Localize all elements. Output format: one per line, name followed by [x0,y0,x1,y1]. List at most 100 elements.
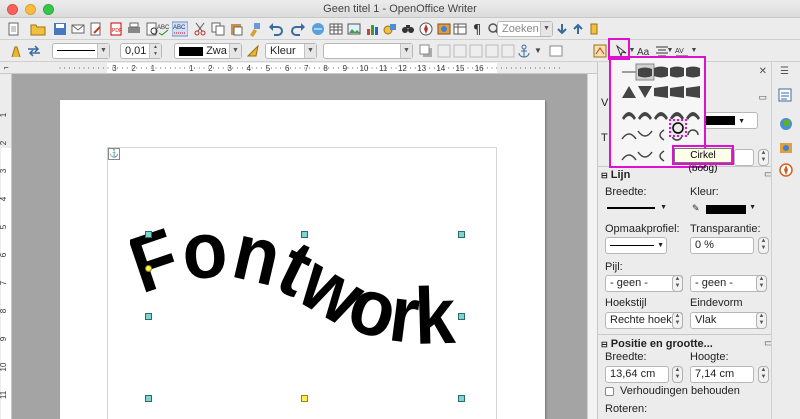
chevron-down-icon[interactable]: ▼ [738,118,745,125]
line-style-select[interactable]: ▼ [605,237,667,254]
line-style-select[interactable]: ▼ [52,43,110,59]
chart-icon[interactable] [364,21,380,37]
stepper-icon[interactable]: ▲ ▼ [758,237,769,254]
wrap-on-icon[interactable] [452,43,468,59]
save-icon[interactable] [52,21,68,37]
bring-forward-icon[interactable] [484,43,500,59]
export-pdf-icon[interactable]: PDF [108,21,124,37]
keep-ratio-checkbox[interactable] [605,387,614,396]
image-icon[interactable] [346,21,362,37]
adjust-handle-left[interactable] [145,265,152,272]
zoom-window-button[interactable] [43,4,54,15]
chevron-down-icon[interactable]: ▼ [540,22,552,36]
stepper-icon[interactable]: ▲ ▼ [756,275,767,292]
circle-arc-shape-highlight[interactable] [669,119,687,137]
fontwork-object[interactable]: Fontwork [130,225,480,385]
position-height-field[interactable]: 7,14 cm [690,366,754,383]
chevron-down-icon[interactable]: ▼ [229,44,241,58]
area-style-select[interactable]: Kleur ▼ [265,43,317,59]
navigator-icon[interactable] [418,21,434,37]
email-icon[interactable] [70,21,86,37]
edit-file-icon[interactable] [88,21,104,37]
area-fill-select[interactable]: ▼ [323,43,413,59]
area-icon[interactable] [245,43,261,59]
chevron-down-icon[interactable]: ▼ [660,204,667,211]
nonprinting-chars-icon[interactable]: ¶ [470,21,486,37]
paste-icon[interactable] [228,21,244,37]
chevron-down-icon[interactable]: ▼ [749,204,756,211]
position-width-field[interactable]: 13,64 cm [605,366,669,383]
line-color-select[interactable]: ✎ ▼ [690,201,758,217]
line-section-header[interactable]: ⊟ Lijn [601,169,630,181]
stepper-icon[interactable]: ▲ ▼ [756,312,767,329]
close-window-button[interactable] [7,4,18,15]
clone-formatting-icon[interactable] [246,21,262,37]
fontwork-icon[interactable] [592,43,608,59]
stepper-icon[interactable]: ▲ ▼ [758,366,769,383]
show-draw-functions-icon[interactable] [382,21,398,37]
new-document-icon[interactable] [6,21,22,37]
shadow-icon[interactable] [418,43,434,59]
horizontal-ruler[interactable]: 3 2 1 1 2 3 4 5 6 7 8 9 10 11 12 13 14 15 16 [0,62,597,74]
adjust-handle-bottom[interactable] [301,395,308,402]
line-width-field[interactable]: 0,01 " ▲ ▼ [120,43,162,59]
line-width-select[interactable]: ▼ [605,201,669,217]
chevron-down-icon[interactable]: ▼ [657,238,664,253]
table-icon[interactable] [328,21,344,37]
resize-handle-top-left[interactable] [145,231,152,238]
redo-icon[interactable] [290,21,306,37]
vertical-scrollbar[interactable] [587,74,597,419]
wrap-ideal-icon[interactable] [468,43,484,59]
anchor-icon[interactable] [516,43,532,59]
chevron-down-icon[interactable]: ▼ [97,44,109,58]
arrow-end-select[interactable]: - geen - [690,275,764,292]
resize-handle-bottom-left[interactable] [145,395,152,402]
find-options-icon[interactable] [588,21,600,37]
autospellcheck-icon[interactable]: ABC [172,21,188,37]
gallery-tab-icon[interactable] [778,140,794,156]
resize-handle-top[interactable] [301,231,308,238]
copy-icon[interactable] [210,21,226,37]
chevron-down-icon[interactable]: ▼ [534,43,542,59]
transparency-stub-field[interactable] [734,149,754,166]
text-frame-icon[interactable] [548,43,564,59]
undo-icon[interactable] [268,21,284,37]
resize-handle-right[interactable] [458,313,465,320]
search-input[interactable]: Zoeken ▼ [497,21,553,37]
minimize-window-button[interactable] [25,4,36,15]
close-icon[interactable]: ✕ [759,66,767,77]
stepper-icon[interactable]: ▲ ▼ [672,366,683,383]
styles-tab-icon[interactable] [778,116,794,132]
spellcheck-icon[interactable]: ABC [156,21,172,37]
open-folder-icon[interactable] [30,21,46,37]
stepper-icon[interactable]: ▲ ▼ [672,312,683,329]
menu-icon[interactable]: ☰ [780,66,789,77]
navigator-tab-icon[interactable] [778,162,794,178]
find-replace-icon[interactable] [400,21,416,37]
position-section-header[interactable]: ⊟ Positie en grootte... [601,338,713,350]
line-icon[interactable] [8,43,24,59]
data-sources-icon[interactable] [452,21,468,37]
properties-tab-icon[interactable] [778,88,792,102]
more-options-icon[interactable]: ▭ [758,92,767,103]
stepper-icon[interactable]: ▲ ▼ [149,44,161,58]
wrap-off-icon[interactable] [436,43,452,59]
collapse-icon[interactable]: ⊟ [601,340,608,349]
cap-style-select[interactable]: Vlak [690,312,764,329]
resize-handle-bottom-right[interactable] [458,395,465,402]
vertical-ruler[interactable]: 1 2 3 4 5 6 7 8 9 10 11 [0,74,12,419]
resize-handle-top-right[interactable] [458,231,465,238]
anchor-marker-icon[interactable]: ⚓ [108,148,120,160]
arrow-style-icon[interactable] [26,43,42,59]
resize-handle-left[interactable] [145,313,152,320]
print-icon[interactable] [126,21,142,37]
transparency-field[interactable]: 0 % [690,237,754,254]
hyperlink-icon[interactable] [310,21,326,37]
stepper-icon[interactable]: ▲ ▼ [672,275,683,292]
collapse-icon[interactable]: ⊟ [601,171,608,180]
chevron-down-icon[interactable]: ▼ [400,44,412,58]
stepper-icon[interactable]: ▲ ▼ [758,149,769,166]
tab-stop-selector-icon[interactable]: ⌐ [4,64,12,72]
send-backward-icon[interactable] [500,43,516,59]
gallery-icon[interactable] [436,21,452,37]
